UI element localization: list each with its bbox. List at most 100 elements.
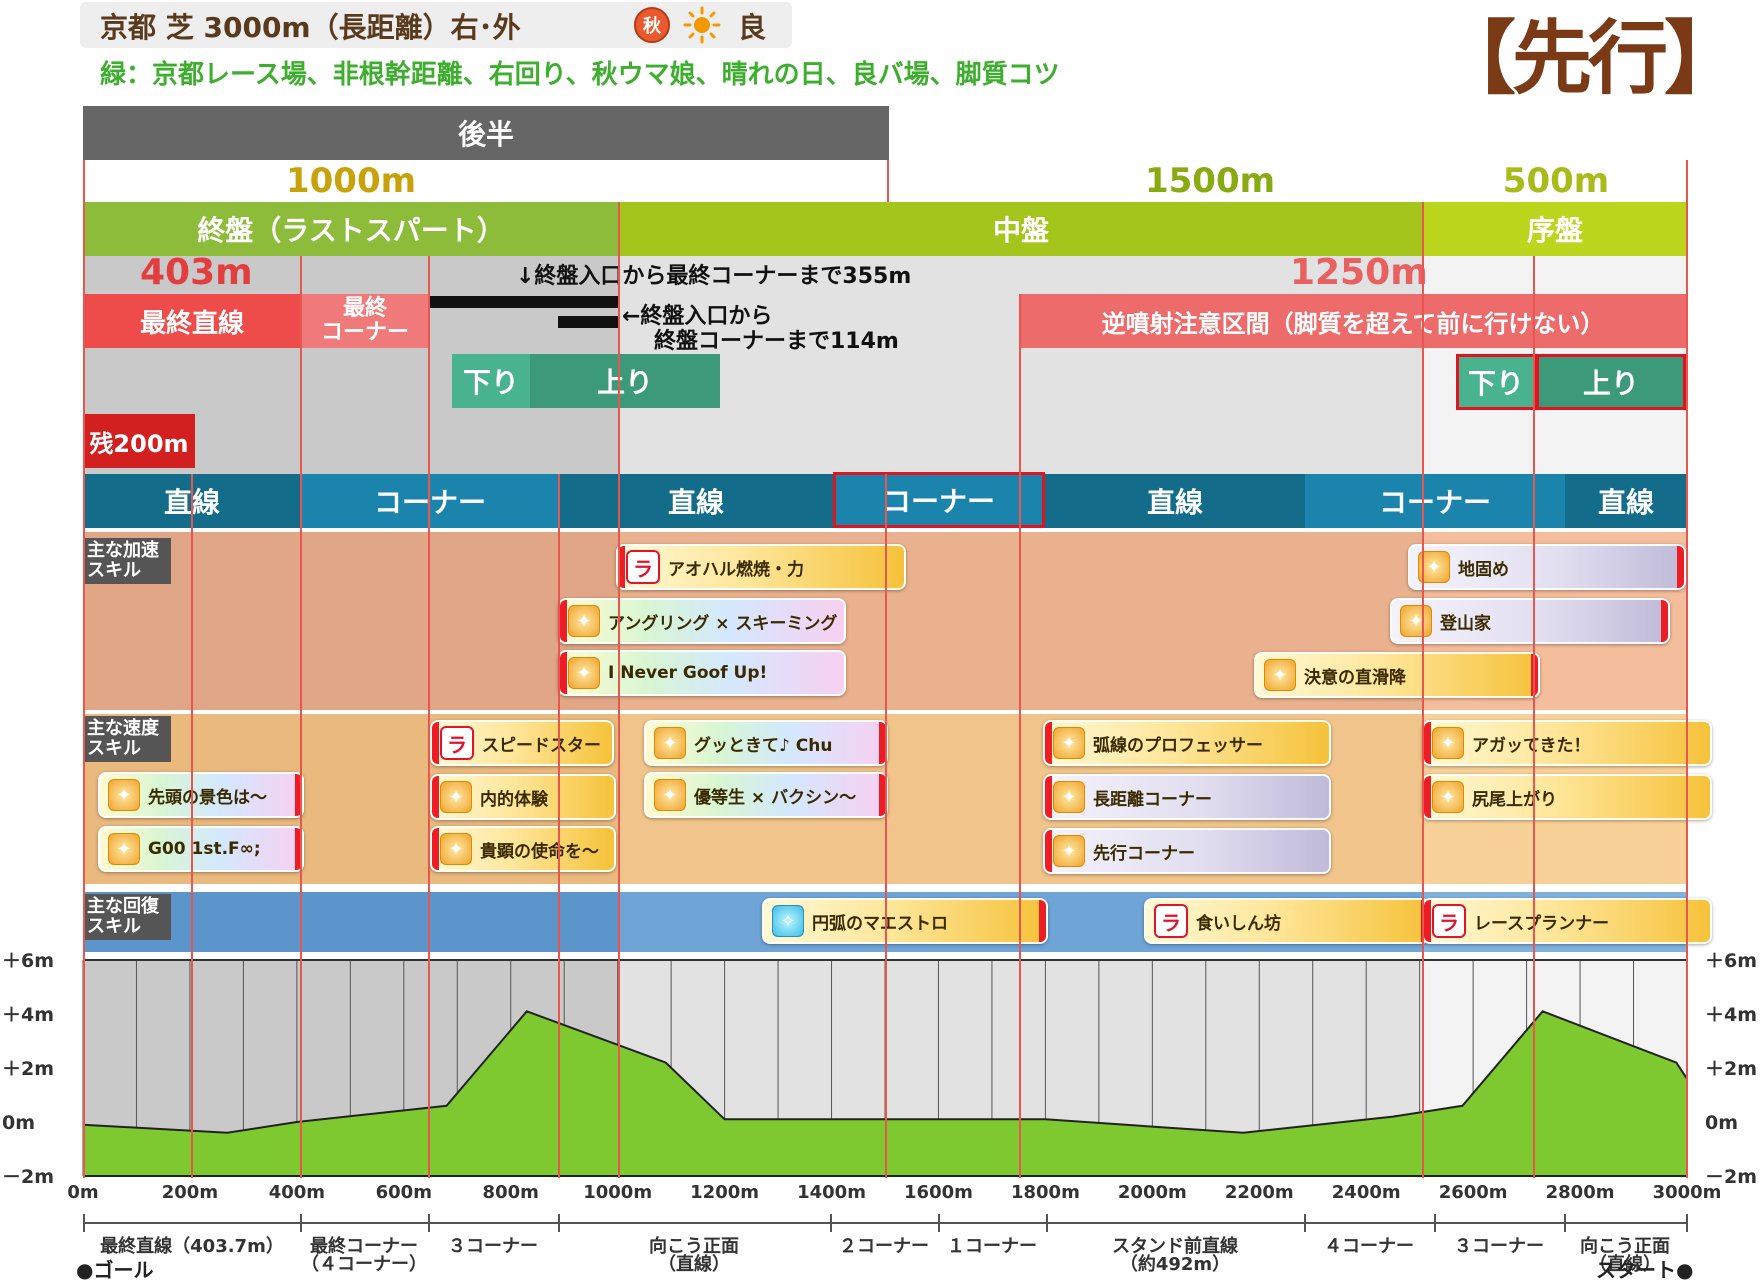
skill-label: 内的体験 xyxy=(480,785,548,810)
section-tick xyxy=(938,1214,940,1232)
skill-label: アオハル燃焼・力 xyxy=(668,555,804,580)
x-tick-label: 1800m xyxy=(1011,1182,1080,1200)
skill-label: 弧線のプロフェッサー xyxy=(1093,731,1263,756)
final-corner-bar: 最終 コーナー xyxy=(301,294,429,348)
section-tick xyxy=(1046,1214,1048,1232)
boot-icon: ✦ xyxy=(1053,781,1085,813)
x-tick-label: 2000m xyxy=(1118,1182,1187,1200)
segment-straight-4: 直線 xyxy=(1565,474,1687,528)
recovery-row-label: 主な回復 スキル xyxy=(83,894,171,940)
skill-agatte-kita: ✦ アガッてきた！ xyxy=(1422,720,1712,766)
final-straight-length: 403m xyxy=(140,252,253,293)
skill-tozanka: ✦登山家 xyxy=(1390,598,1670,644)
skill-sentou-no-keshiki: ✦ 先頭の景色は～ xyxy=(98,772,304,818)
ra-icon: ラ xyxy=(1432,904,1466,938)
skill-race-planner: ラレースプランナー xyxy=(1422,898,1712,944)
skill-aoharu-nenshou-chikara: ラアオハル燃焼・力 xyxy=(616,544,906,590)
skill-label: 尻尾上がり xyxy=(1472,785,1557,810)
final-distance: 1000m xyxy=(83,158,619,204)
boot-icon: ✦ xyxy=(1432,727,1464,759)
x-tick-label: 1600m xyxy=(904,1182,973,1200)
bracket-355m xyxy=(429,296,619,308)
skill-g00-1st-f: ✦G00 1st.F∞; xyxy=(98,826,304,872)
marker-line xyxy=(1686,160,1688,1178)
section-home-straight: スタンド前直線 （約492m） xyxy=(1046,1238,1304,1274)
skill-label: 決意の直滑降 xyxy=(1304,663,1406,688)
skill-label: 登山家 xyxy=(1440,609,1491,634)
skill-label: 貴顕の使命を～ xyxy=(480,837,599,862)
marker-line xyxy=(1422,202,1424,1178)
skill-label: 先行コーナー xyxy=(1093,839,1195,864)
running-style-title: 【先行】 xyxy=(1436,0,1740,110)
skill-label: 円弧のマエストロ xyxy=(812,909,948,934)
ground-badge: 良 xyxy=(738,6,766,46)
section-final-corner: 最終コーナー （４コーナー） xyxy=(300,1238,428,1274)
remaining-200m-marker: 残200m xyxy=(83,414,195,468)
skill-i-never-goof-up: ✦I Never Goof Up! xyxy=(558,650,846,696)
note-114m: ←終盤入口から 終盤コーナーまで114m xyxy=(622,304,899,354)
final-corner-line2: コーナー xyxy=(301,321,429,345)
x-tick-label: 2600m xyxy=(1439,1182,1508,1200)
x-tick-label: 1400m xyxy=(797,1182,866,1200)
boot-icon: ✦ xyxy=(108,779,140,811)
section-tick xyxy=(300,1214,302,1232)
y-tick-label-right: ＋4m xyxy=(1705,1004,1757,1026)
y-tick-label-left: 0m xyxy=(2,1112,35,1134)
uphill-marker-1: 上り xyxy=(530,354,720,408)
course-title: 京都 芝 3000m（長距離）右･外 xyxy=(100,6,521,46)
downhill-marker-2: 下り xyxy=(1456,354,1536,410)
marker-line xyxy=(885,474,887,1178)
skill-naiteki-taiken: ✦ 内的体験 xyxy=(430,774,616,820)
note-355m: ↓終盤入口から最終コーナーまで355m xyxy=(516,258,911,290)
marker-line xyxy=(1533,256,1535,1178)
sun-icon xyxy=(683,6,721,44)
boot-icon: ✦ xyxy=(440,781,472,813)
elevation-chart: ＋6m＋6m＋4m＋4m＋2m＋2m0m0m－2m－2m0m200m400m60… xyxy=(0,940,1761,1200)
skill-speed-star: ラスピードスター xyxy=(430,720,614,766)
x-tick-label: 0m xyxy=(67,1182,98,1200)
y-tick-label-left: ＋4m xyxy=(2,1004,54,1026)
marker-line xyxy=(83,160,85,1178)
boot-icon: ✦ xyxy=(440,833,472,865)
x-tick-label: 800m xyxy=(483,1182,539,1200)
skill-angling-skiming: ✦アングリング × スキーミング xyxy=(558,598,846,644)
skill-enko-no-maestro: ✧ 円弧のマエストロ xyxy=(762,898,1048,944)
sparkle-icon: ✧ xyxy=(772,905,804,937)
final-leg-bar: 終盤（ラストスパート） xyxy=(83,202,619,256)
x-tick-label: 200m xyxy=(162,1182,218,1200)
skill-label: レースプランナー xyxy=(1474,909,1609,934)
section-1-corner: １コーナー xyxy=(938,1238,1046,1256)
skill-label: 先頭の景色は～ xyxy=(148,783,267,808)
speed-row-label: 主な速度 スキル xyxy=(83,716,171,762)
ra-icon: ラ xyxy=(626,550,660,584)
marker-line xyxy=(191,474,193,1178)
boot-icon: ✦ xyxy=(568,657,600,689)
skill-label: 長距離コーナー xyxy=(1093,785,1212,810)
marker-line xyxy=(300,256,302,1178)
section-tick xyxy=(1564,1214,1566,1232)
y-tick-label-left: ＋2m xyxy=(2,1058,54,1080)
boot-icon: ✦ xyxy=(1053,727,1085,759)
final-straight-bar: 最終直線 xyxy=(83,294,301,348)
x-tick-label: 3000m xyxy=(1653,1182,1722,1200)
x-tick-label: 1000m xyxy=(583,1182,652,1200)
x-tick-label: 2200m xyxy=(1225,1182,1294,1200)
boot-icon: ✦ xyxy=(1432,781,1464,813)
boot-icon: ✦ xyxy=(654,779,686,811)
boot-icon: ✦ xyxy=(1053,835,1085,867)
track-section-axis xyxy=(83,1222,1687,1224)
skill-shippo-agari: ✦ 尻尾上がり xyxy=(1422,774,1712,820)
boot-icon: ✦ xyxy=(654,727,686,759)
opening-distance: 500m xyxy=(1423,158,1689,204)
bracket-114m xyxy=(558,316,619,328)
skill-senkou-corner: ✦ 先行コーナー xyxy=(1043,828,1331,874)
downhill-marker-1: 下り xyxy=(452,354,530,408)
boot-icon: ✦ xyxy=(568,605,600,637)
skill-label: 食いしん坊 xyxy=(1196,909,1281,934)
skill-label: アガッてきた！ xyxy=(1472,731,1591,756)
goal-marker: ●ゴール xyxy=(76,1254,153,1283)
segment-corner-3: コーナー xyxy=(1305,474,1565,528)
section-tick xyxy=(830,1214,832,1232)
start-marker: スタート● xyxy=(1596,1254,1693,1283)
boot-icon: ✦ xyxy=(108,833,140,865)
